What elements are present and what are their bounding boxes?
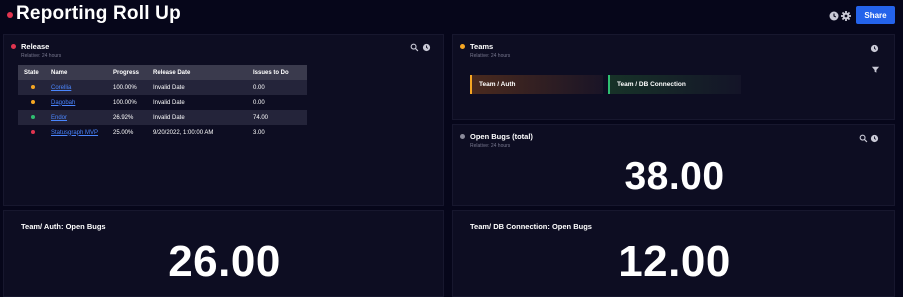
teams-panel: Teams Relative: 24 hours Team / Auth Tea… [452,34,895,120]
column-header: Name [45,65,107,80]
clock-icon[interactable] [422,43,431,52]
release-date-cell: 9/20/2022, 1:00:00 AM [147,125,247,140]
issues-cell: 3.00 [247,125,307,140]
db-bugs-title: Team/ DB Connection: Open Bugs [470,222,592,231]
share-button[interactable]: Share [856,6,895,24]
progress-cell: 100.00% [107,95,147,110]
name-cell: Dagobah [45,95,107,110]
state-cell [18,95,45,110]
state-dot [31,84,35,89]
release-link[interactable]: Endor [51,115,67,121]
db-bugs-panel: Team/ DB Connection: Open Bugs 12.00 [452,210,895,297]
gear-icon[interactable] [840,10,852,22]
teams-title: Teams [470,42,494,51]
page-title: Reporting Roll Up [16,3,181,24]
state-cell [18,125,45,140]
release-link[interactable]: Dagobah [51,100,75,106]
progress-cell: 100.00% [107,80,147,95]
table-row: Endor 26.92% Invalid Date 74.00 [18,110,307,125]
progress-cell: 26.92% [107,110,147,125]
column-header: State [18,65,45,80]
open-bugs-status-dot [460,134,465,139]
release-status-dot [11,44,16,49]
clock-icon[interactable] [828,10,840,22]
clock-icon[interactable] [870,44,879,53]
state-dot [31,114,35,119]
release-title: Release [21,42,50,51]
teams-status-dot [460,44,465,49]
team-chip-label: Team / Auth [479,81,516,88]
auth-bugs-title: Team/ Auth: Open Bugs [21,222,106,231]
open-bugs-value: 38.00 [624,155,725,198]
name-cell: Endor [45,110,107,125]
table-row: Statusgraph MVP 25.00% 9/20/2022, 1:00:0… [18,125,307,140]
state-dot [31,99,35,104]
release-subtitle: Relative: 24 hours [21,53,62,59]
search-icon[interactable] [410,43,419,52]
release-date-cell: Invalid Date [147,80,247,95]
state-dot [31,129,35,134]
search-icon[interactable] [859,134,868,143]
issues-cell: 0.00 [247,80,307,95]
filter-icon[interactable] [871,65,880,74]
release-date-cell: Invalid Date [147,95,247,110]
column-header: Release Date [147,65,247,80]
state-cell [18,80,45,95]
name-cell: Corellia [45,80,107,95]
team-chip-label: Team / DB Connection [617,81,686,88]
progress-cell: 25.00% [107,125,147,140]
team-chip-db-connection[interactable]: Team / DB Connection [608,75,741,94]
table-header-row: State Name Progress Release Date Issues … [18,65,307,80]
team-chip-auth[interactable]: Team / Auth [470,75,603,94]
release-link[interactable]: Statusgraph MVP [51,130,98,136]
status-dot [7,12,13,18]
dashboard-header: Reporting Roll Up Share [0,0,903,32]
state-cell [18,110,45,125]
clock-icon[interactable] [870,134,879,143]
auth-bugs-value: 26.00 [168,237,281,286]
auth-bugs-panel: Team/ Auth: Open Bugs 26.00 [3,210,444,297]
column-header: Issues to Do [247,65,307,80]
release-date-cell: Invalid Date [147,110,247,125]
open-bugs-subtitle: Relative: 24 hours [470,143,511,149]
name-cell: Statusgraph MVP [45,125,107,140]
teams-subtitle: Relative: 24 hours [470,53,511,59]
table-row: Corellia 100.00% Invalid Date 0.00 [18,80,307,95]
open-bugs-title: Open Bugs (total) [470,132,533,141]
db-bugs-value: 12.00 [618,237,731,286]
release-panel: Release Relative: 24 hours State Name Pr… [3,34,444,206]
table-row: Dagobah 100.00% Invalid Date 0.00 [18,95,307,110]
release-link[interactable]: Corellia [51,85,71,91]
open-bugs-panel: Open Bugs (total) Relative: 24 hours 38.… [452,124,895,206]
column-header: Progress [107,65,147,80]
release-table: State Name Progress Release Date Issues … [18,65,307,140]
issues-cell: 0.00 [247,95,307,110]
issues-cell: 74.00 [247,110,307,125]
